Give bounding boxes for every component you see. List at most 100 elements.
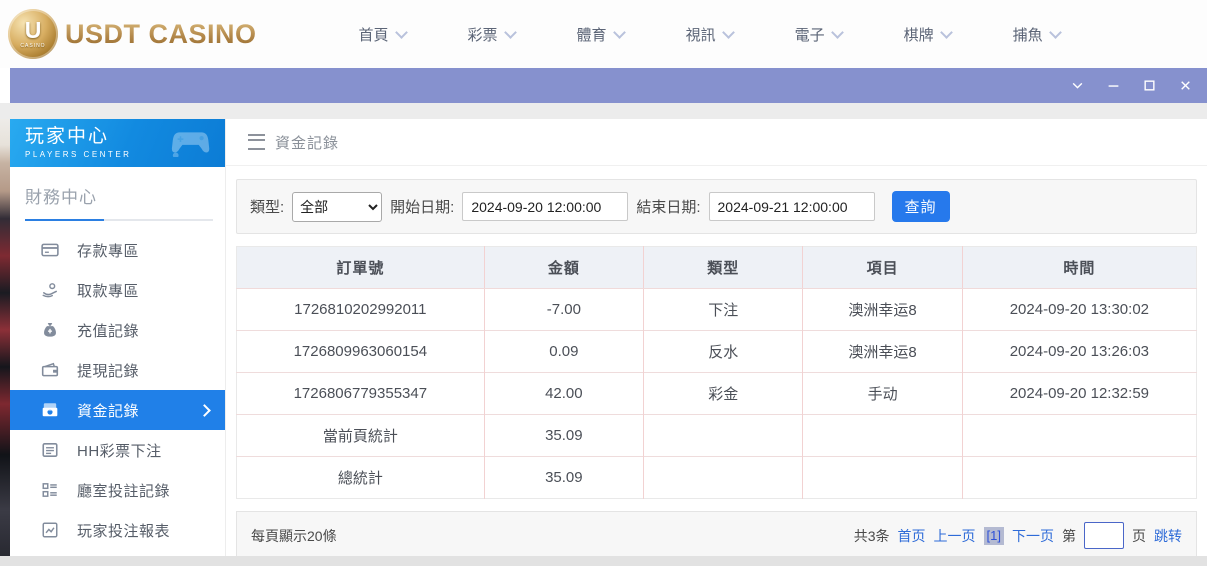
table-cell: 澳洲幸运8 — [803, 289, 962, 331]
logo-subtext: CASINO — [20, 43, 45, 49]
sidebar-item-deposit-zone[interactable]: 存款專區 — [10, 230, 225, 270]
table-cell: 35.09 — [484, 457, 643, 499]
breadcrumb: 資金記錄 — [226, 119, 1207, 166]
table-cell: 總統計 — [237, 457, 485, 499]
window-collapse-button[interactable] — [1065, 75, 1089, 97]
sidebar-item-funds-records[interactable]: 資金記錄 — [10, 390, 225, 430]
window-minimize-button[interactable] — [1101, 75, 1125, 97]
table-row: 17268099630601540.09反水澳洲幸运82024-09-20 13… — [237, 331, 1197, 373]
nav-item-label: 視訊 — [686, 24, 716, 45]
query-button[interactable]: 查詢 — [892, 191, 950, 222]
chevron-down-icon — [831, 26, 844, 39]
sidebar-item-label: 資金記錄 — [77, 400, 139, 421]
chevron-right-icon — [198, 404, 211, 417]
start-date-input[interactable] — [462, 192, 628, 221]
table-cell — [644, 457, 803, 499]
table-header-row: 訂單號金額類型項目時間 — [237, 247, 1197, 289]
start-date-label: 開始日期: — [390, 196, 454, 217]
sidebar-item-label: 廳室投註記錄 — [77, 480, 170, 501]
list-icon — [41, 441, 59, 459]
page-title: 資金記錄 — [275, 132, 339, 153]
window-close-button[interactable] — [1173, 75, 1197, 97]
sidebar: 玩家中心 PLAYERS CENTER 財務中心 存款專區取款專區充值記錄提現記… — [10, 119, 225, 556]
nav-item-label: 捕魚 — [1013, 24, 1043, 45]
nav-item-label: 棋牌 — [904, 24, 934, 45]
gamepad-icon — [169, 125, 215, 162]
table-cell: 2024-09-20 12:32:59 — [962, 373, 1196, 415]
page-size-text: 每頁顯示20條 — [251, 526, 337, 546]
chevron-down-icon — [613, 26, 626, 39]
chevron-down-icon — [1049, 26, 1062, 39]
sidebar-section-finance: 財務中心 — [10, 167, 225, 221]
hamburger-icon[interactable] — [248, 134, 265, 150]
sidebar-header: 玩家中心 PLAYERS CENTER — [10, 119, 225, 167]
table-cell — [803, 415, 962, 457]
table-cell: 1726809963060154 — [237, 331, 485, 373]
nav-item-home[interactable]: 首頁 — [359, 24, 406, 45]
sidebar-item-label: 取款專區 — [77, 280, 139, 301]
main-content: 資金記錄 類型: 全部 開始日期: 結束日期: 查詢 訂單號金額類型項目時間 1… — [225, 119, 1207, 556]
column-header: 金額 — [484, 247, 643, 289]
column-header: 項目 — [803, 247, 962, 289]
table-cell: 反水 — [644, 331, 803, 373]
table-cell: 手动 — [803, 373, 962, 415]
end-date-input[interactable] — [709, 192, 875, 221]
table-cell: 35.09 — [484, 415, 643, 457]
table-cell: 2024-09-20 13:30:02 — [962, 289, 1196, 331]
table-cell — [962, 415, 1196, 457]
table-cell — [962, 457, 1196, 499]
window-top-margin — [0, 103, 1207, 119]
cash-icon — [41, 401, 59, 419]
table-cell: 澳洲幸运8 — [803, 331, 962, 373]
jump-action-link[interactable]: 跳转 — [1154, 526, 1182, 546]
chevron-down-icon — [395, 26, 408, 39]
nav-item-live-video[interactable]: 視訊 — [686, 24, 733, 45]
current-page-indicator: [1] — [984, 527, 1004, 545]
table-cell: 下注 — [644, 289, 803, 331]
sidebar-item-room-bet-records[interactable]: 廳室投註記錄 — [10, 470, 225, 510]
main-nav: 首頁 彩票 體育 視訊 電子 棋牌 捕魚 — [359, 24, 1060, 45]
total-count-text: 共3条 — [854, 526, 890, 546]
sidebar-item-hh-lottery-bets[interactable]: HH彩票下注 — [10, 430, 225, 470]
table-cell: 0.09 — [484, 331, 643, 373]
table-row: 1726810202992011-7.00下注澳洲幸运82024-09-20 1… — [237, 289, 1197, 331]
sidebar-item-withdrawal-zone[interactable]: 取款專區 — [10, 270, 225, 310]
site-header: U CASINO USDT CASINO 首頁 彩票 體育 視訊 電子 棋牌 捕魚 — [0, 0, 1207, 68]
nav-item-chess-cards[interactable]: 棋牌 — [904, 24, 951, 45]
brand-logo-icon: U CASINO — [8, 9, 58, 59]
window-titlebar — [10, 68, 1207, 103]
sidebar-item-label: 玩家投注報表 — [77, 520, 170, 541]
table-cell: -7.00 — [484, 289, 643, 331]
nav-item-sports[interactable]: 體育 — [577, 24, 624, 45]
table-cell — [803, 457, 962, 499]
nav-item-lottery[interactable]: 彩票 — [468, 24, 515, 45]
prev-page-link[interactable]: 上一页 — [934, 526, 976, 546]
next-page-link[interactable]: 下一页 — [1012, 526, 1054, 546]
page-jump-input[interactable] — [1084, 522, 1124, 549]
nav-item-fishing[interactable]: 捕魚 — [1013, 24, 1060, 45]
type-select[interactable]: 全部 — [292, 192, 382, 222]
pagination-controls: 共3条 首页 上一页 [1] 下一页 第 页 跳转 — [854, 522, 1182, 549]
sidebar-item-recharge-records[interactable]: 充值記錄 — [10, 310, 225, 350]
brand[interactable]: U CASINO USDT CASINO — [8, 9, 257, 59]
sidebar-item-label: 存款專區 — [77, 240, 139, 261]
window-maximize-button[interactable] — [1137, 75, 1161, 97]
jump-prefix-label: 第 — [1062, 526, 1076, 546]
first-page-link[interactable]: 首页 — [898, 526, 926, 546]
nav-item-slots[interactable]: 電子 — [795, 24, 842, 45]
sidebar-item-withdrawal-records[interactable]: 提現記錄 — [10, 350, 225, 390]
bank-card-icon — [41, 241, 59, 259]
section-title: 財務中心 — [25, 183, 213, 208]
page-bottom-strip — [0, 556, 1207, 566]
section-underline — [25, 219, 213, 221]
table-cell: 2024-09-20 13:26:03 — [962, 331, 1196, 373]
table-cell — [644, 415, 803, 457]
nav-item-label: 首頁 — [359, 24, 389, 45]
sidebar-item-player-bet-report[interactable]: 玩家投注報表 — [10, 510, 225, 550]
background-photo-strip — [0, 103, 10, 566]
list-check-icon — [41, 481, 59, 499]
hand-money-icon — [41, 281, 59, 299]
filter-bar: 類型: 全部 開始日期: 結束日期: 查詢 — [236, 179, 1197, 234]
table-cell: 彩金 — [644, 373, 803, 415]
funds-records-table: 訂單號金額類型項目時間 1726810202992011-7.00下注澳洲幸运8… — [236, 246, 1197, 499]
